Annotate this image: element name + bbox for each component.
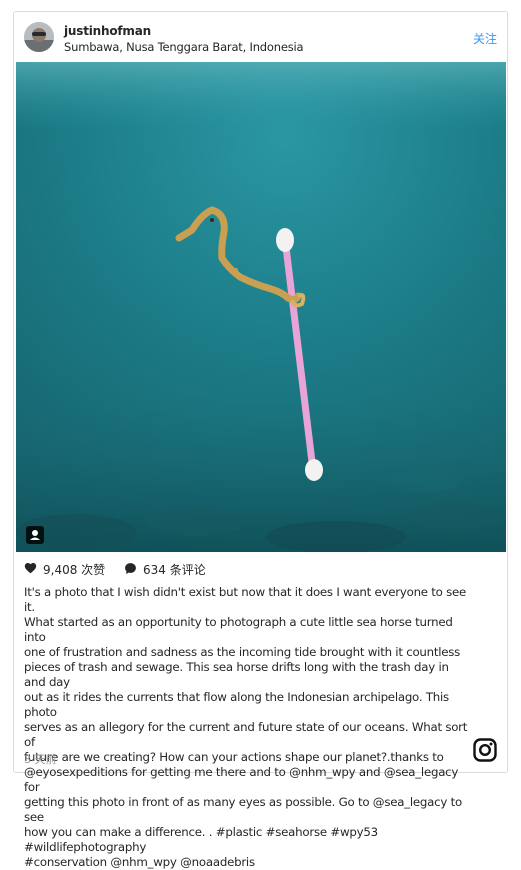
comment-count-text: 634 条评论 [143,563,206,577]
post-caption: It's a photo that I wish didn't exist bu… [24,585,468,869]
comment-bubble-icon[interactable] [124,562,137,578]
heart-icon[interactable] [24,562,37,577]
post-timestamp[interactable]: 3 天前 [24,751,57,767]
instagram-logo-icon[interactable] [473,738,497,762]
post-photo[interactable] [16,62,506,552]
username[interactable]: justinhofman [64,24,151,38]
location-link[interactable]: Sumbawa, Nusa Tenggara Barat, Indonesia [64,40,304,54]
user-tag-icon[interactable] [26,526,44,544]
avatar[interactable] [24,22,54,52]
like-count-text: 9,408 次赞 [43,563,106,577]
instagram-post-card: justinhofman Sumbawa, Nusa Tenggara Bara… [13,11,508,869]
follow-button[interactable]: 关注 [473,30,497,47]
post-header: justinhofman Sumbawa, Nusa Tenggara Bara… [14,12,507,62]
like-count[interactable]: 9,408 次赞 [24,561,105,578]
comment-count[interactable]: 634 条评论 [124,561,206,578]
